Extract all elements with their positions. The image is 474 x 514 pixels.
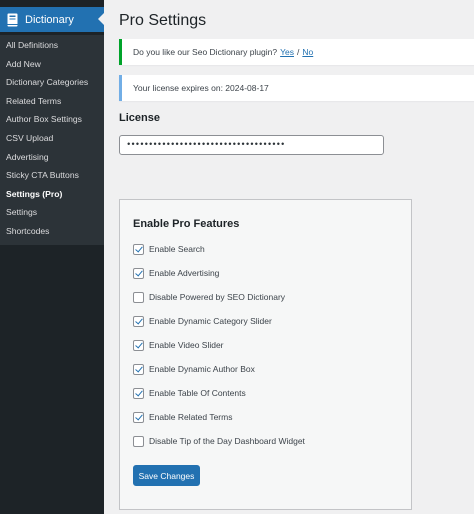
main-content: Pro Settings Do you like our Seo Diction… [104, 0, 474, 514]
sidebar-item-related-terms[interactable]: Related Terms [0, 92, 104, 111]
option-enable-video-slider[interactable]: Enable Video Slider [133, 338, 224, 352]
dictionary-submenu: All Definitions Add New Dictionary Categ… [0, 35, 104, 245]
option-disable-tip-of-the-day[interactable]: Disable Tip of the Day Dashboard Widget [133, 434, 305, 448]
pro-features-title: Enable Pro Features [133, 218, 240, 230]
checkbox-disable-tip-of-the-day[interactable] [133, 435, 144, 447]
license-expiry-notice: Your license expires on: 2024-08-17 [119, 75, 474, 101]
option-label: Disable Powered by SEO Dictionary [149, 292, 286, 302]
option-disable-powered-by[interactable]: Disable Powered by SEO Dictionary [133, 290, 285, 304]
option-enable-advertising[interactable]: Enable Advertising [133, 266, 219, 280]
option-enable-search[interactable]: Enable Search [133, 242, 205, 256]
page-title: Pro Settings [119, 12, 207, 29]
checkbox-enable-search[interactable] [133, 243, 144, 255]
book-icon [5, 12, 19, 28]
option-label: Enable Related Terms [149, 412, 233, 422]
option-label: Enable Video Slider [149, 340, 224, 350]
admin-sidebar: Dictionary All Definitions Add New Dicti… [0, 0, 104, 514]
option-label: Enable Search [149, 244, 205, 254]
sidebar-item-add-new[interactable]: Add New [0, 55, 104, 74]
option-label: Enable Advertising [149, 268, 220, 278]
checkbox-enable-dynamic-category-slider[interactable] [133, 315, 144, 327]
checkbox-enable-video-slider[interactable] [133, 339, 144, 351]
option-label: Enable Dynamic Author Box [149, 364, 255, 374]
feedback-separator: / [296, 47, 300, 57]
option-enable-dynamic-category-slider[interactable]: Enable Dynamic Category Slider [133, 314, 272, 328]
menu-dictionary[interactable]: Dictionary [0, 7, 104, 32]
option-label: Enable Table Of Contents [149, 388, 246, 398]
sidebar-item-all-definitions[interactable]: All Definitions [0, 36, 104, 55]
option-enable-dynamic-author-box[interactable]: Enable Dynamic Author Box [133, 362, 255, 376]
sidebar-item-author-box-settings[interactable]: Author Box Settings [0, 110, 104, 129]
option-enable-related-terms[interactable]: Enable Related Terms [133, 410, 232, 424]
checkbox-enable-advertising[interactable] [133, 267, 144, 279]
sidebar-item-dictionary-categories[interactable]: Dictionary Categories [0, 73, 104, 92]
option-label: Disable Tip of the Day Dashboard Widget [149, 436, 305, 446]
license-expiry-text: Your license expires on: 2024-08-17 [133, 83, 269, 93]
sidebar-item-advertising[interactable]: Advertising [0, 148, 104, 167]
feedback-notice: Do you like our Seo Dictionary plugin? Y… [119, 39, 474, 65]
checkbox-disable-powered-by[interactable] [133, 291, 144, 303]
option-label: Enable Dynamic Category Slider [149, 316, 272, 326]
sidebar-item-settings-pro[interactable]: Settings (Pro) [0, 185, 104, 204]
menu-dictionary-label: Dictionary [25, 13, 74, 26]
license-label: License [119, 112, 160, 124]
sidebar-item-settings[interactable]: Settings [0, 203, 104, 222]
pro-features-panel: Enable Pro Features Enable Search Enable… [119, 199, 412, 510]
sidebar-item-csv-upload[interactable]: CSV Upload [0, 129, 104, 148]
sidebar-item-sticky-cta-buttons[interactable]: Sticky CTA Buttons [0, 166, 104, 185]
feedback-yes-link[interactable]: Yes [280, 47, 294, 57]
checkbox-enable-table-of-contents[interactable] [133, 387, 144, 399]
checkbox-enable-dynamic-author-box[interactable] [133, 363, 144, 375]
checkbox-enable-related-terms[interactable] [133, 411, 144, 423]
feedback-no-link[interactable]: No [302, 47, 313, 57]
feedback-question: Do you like our Seo Dictionary plugin? [133, 47, 278, 57]
sidebar-item-shortcodes[interactable]: Shortcodes [0, 222, 104, 241]
save-changes-button[interactable]: Save Changes [133, 465, 200, 486]
license-key-field[interactable] [119, 135, 384, 155]
option-enable-table-of-contents[interactable]: Enable Table Of Contents [133, 386, 246, 400]
